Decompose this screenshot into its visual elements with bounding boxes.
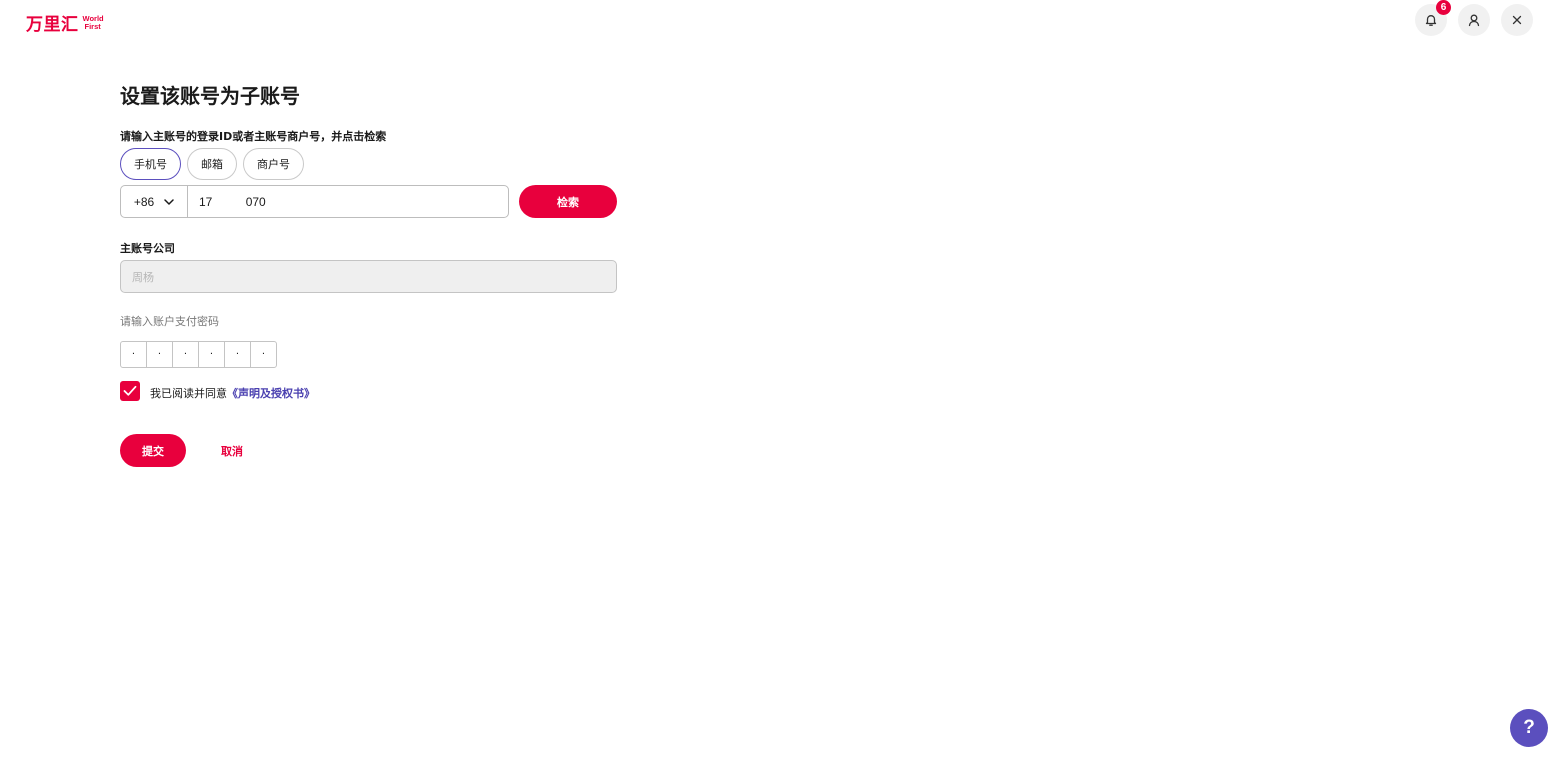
submit-button[interactable]: 提交 [120, 434, 186, 467]
company-value: 周杨 [132, 270, 154, 284]
company-field: 周杨 [120, 260, 617, 293]
tab-phone[interactable]: 手机号 [120, 148, 181, 180]
chevron-down-icon [164, 198, 174, 205]
pin-digit[interactable]: · [121, 342, 147, 367]
search-button[interactable]: 检索 [519, 185, 617, 218]
close-icon [1512, 15, 1522, 25]
agreement-link[interactable]: 《声明及授权书》 [227, 387, 315, 400]
logo[interactable]: 万里汇 World First [26, 10, 104, 35]
tab-merchant-id[interactable]: 商户号 [243, 148, 304, 180]
cancel-button[interactable]: 取消 [221, 443, 243, 459]
agreement-row: 我已阅读并同意《声明及授权书》 [120, 381, 315, 401]
agreement-text: 我已阅读并同意 [150, 386, 227, 400]
agreement-checkbox[interactable] [120, 381, 140, 401]
logo-english-text: World First [83, 14, 104, 31]
page-title: 设置该账号为子账号 [120, 84, 300, 108]
phone-input-group: +86 [120, 185, 509, 218]
logo-chinese-text: 万里汇 [26, 15, 79, 35]
notification-count-badge: 6 [1436, 0, 1451, 15]
profile-button[interactable] [1458, 4, 1490, 36]
pin-digit[interactable]: · [173, 342, 199, 367]
country-code-select[interactable]: +86 [121, 186, 188, 217]
notifications-button[interactable]: 6 [1415, 0, 1451, 36]
phone-number-input[interactable] [188, 186, 508, 217]
user-icon [1468, 14, 1480, 27]
header-actions: 6 [1415, 0, 1533, 36]
pin-digit[interactable]: · [199, 342, 225, 367]
phone-search-row: +86 检索 [120, 185, 617, 218]
account-type-tabs: 手机号 邮箱 商户号 [120, 148, 304, 180]
logo-english-line2: First [84, 21, 101, 31]
payment-password-label: 请输入账户支付密码 [120, 315, 219, 328]
search-instruction: 请输入主账号的登录ID或者主账号商户号，并点击检索 [120, 130, 387, 143]
payment-password-input[interactable]: · · · · · · [120, 341, 277, 368]
bell-icon [1425, 15, 1437, 26]
pin-digit[interactable]: · [225, 342, 251, 367]
pin-digit[interactable]: · [251, 342, 276, 367]
pin-digit[interactable]: · [147, 342, 173, 367]
help-icon: ? [1523, 717, 1535, 738]
help-button[interactable]: ? [1510, 709, 1548, 747]
page: 万里汇 World First 6 设置该账号为子账号 请输入主账号的登录ID或… [0, 0, 1549, 758]
checkmark-icon [123, 385, 137, 396]
close-button[interactable] [1501, 4, 1533, 36]
tab-email[interactable]: 邮箱 [187, 148, 237, 180]
country-code-value: +86 [133, 194, 155, 209]
company-label: 主账号公司 [120, 242, 175, 255]
